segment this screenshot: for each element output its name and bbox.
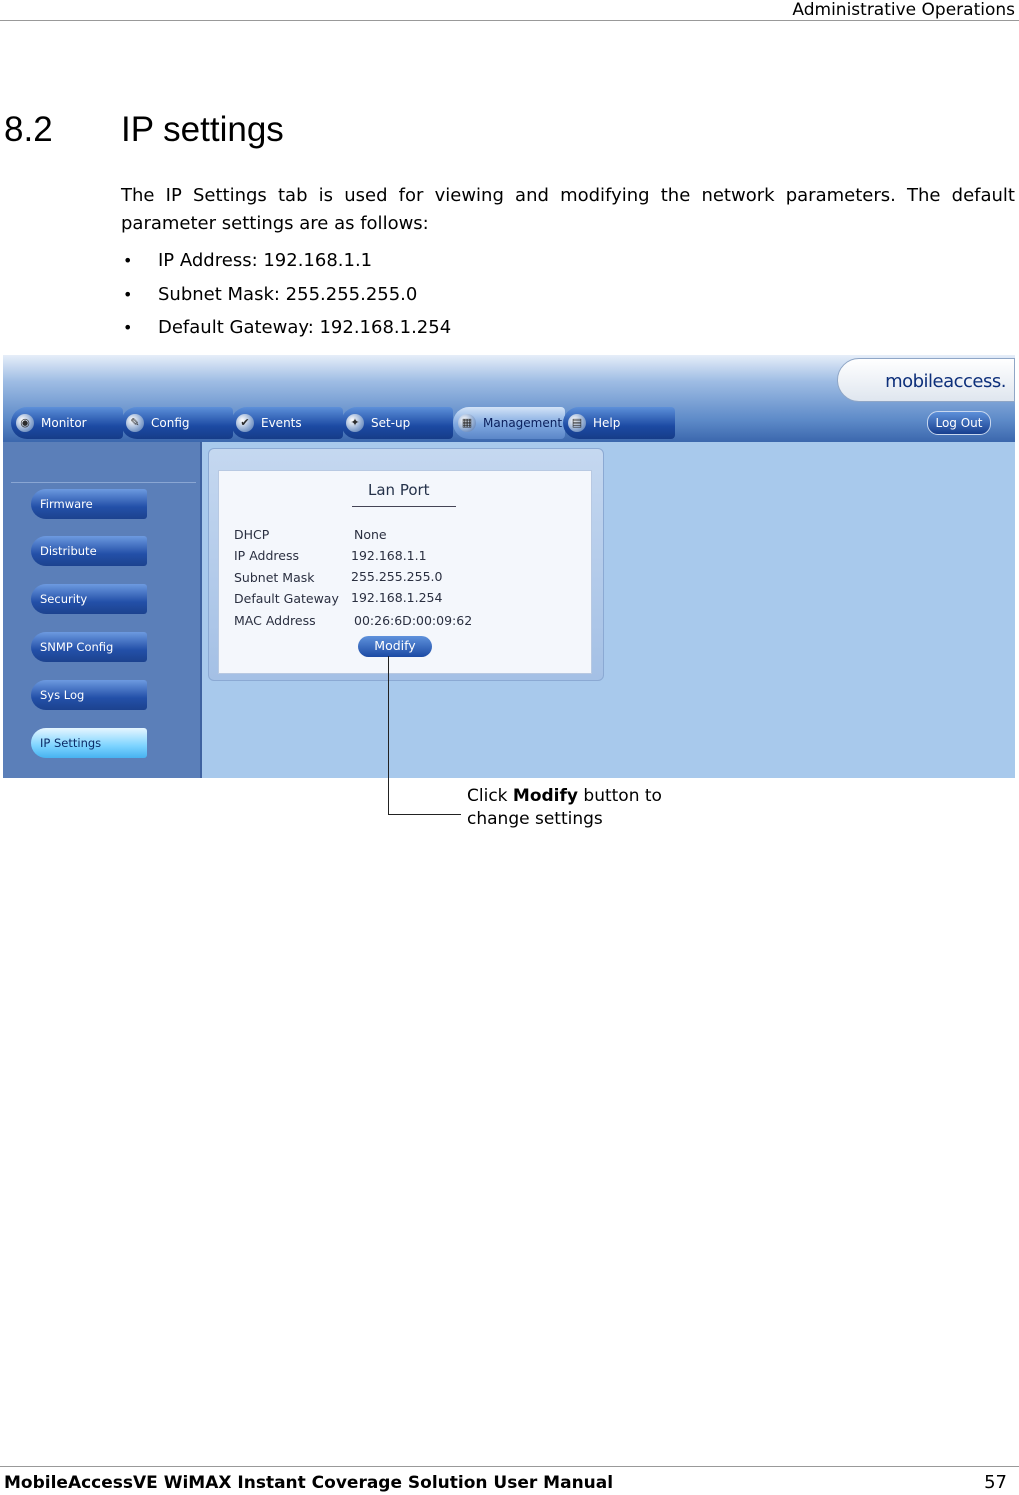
tab-events[interactable]: ✔ Events bbox=[231, 407, 343, 439]
sidebar-divider bbox=[11, 482, 196, 483]
callout-line-horizontal bbox=[388, 814, 461, 815]
dhcp-label: DHCP bbox=[234, 527, 270, 542]
ip-address-value: 192.168.1.1 bbox=[351, 548, 427, 563]
book-icon: ▤ bbox=[568, 414, 586, 432]
mac-address-label: MAC Address bbox=[234, 613, 316, 628]
intro-paragraph: The IP Settings tab is used for viewing … bbox=[121, 182, 1015, 238]
tab-help[interactable]: ▤ Help bbox=[563, 407, 675, 439]
events-icon: ✔ bbox=[236, 414, 254, 432]
wand-icon: ✦ bbox=[346, 414, 364, 432]
top-navigation-bar: mobileaccess. ◉ Monitor ✎ Config ✔ Events ✦… bbox=[3, 355, 1015, 442]
mobileaccess-logo: mobileaccess. bbox=[837, 358, 1015, 402]
sidebar-item-snmp-config[interactable]: SNMP Config bbox=[31, 632, 147, 662]
wrench-icon: ✎ bbox=[126, 414, 144, 432]
footer-rule bbox=[0, 1466, 1019, 1467]
list-item: Default Gateway: 192.168.1.254 bbox=[121, 315, 451, 349]
sidebar-item-sys-log[interactable]: Sys Log bbox=[31, 680, 147, 710]
intro-line-1: The IP Settings tab is used for viewing … bbox=[121, 185, 1015, 206]
tab-management[interactable]: ▦ Management bbox=[453, 407, 565, 439]
tab-set-up[interactable]: ✦ Set-up bbox=[341, 407, 453, 439]
mac-address-value: 00:26:6D:00:09:62 bbox=[354, 613, 473, 628]
sidebar-item-ip-settings[interactable]: IP Settings bbox=[31, 728, 147, 758]
modify-button[interactable]: Modify bbox=[358, 636, 432, 657]
sidebar-item-security[interactable]: Security bbox=[31, 584, 147, 614]
tab-monitor[interactable]: ◉ Monitor bbox=[11, 407, 123, 439]
dhcp-value: None bbox=[354, 527, 387, 542]
section-number: 8.2 bbox=[4, 110, 53, 149]
default-gateway-label: Default Gateway bbox=[234, 591, 339, 606]
running-header: Administrative Operations bbox=[792, 0, 1015, 20]
header-rule bbox=[0, 20, 1019, 21]
logo-text: mobileaccess. bbox=[885, 371, 1006, 392]
default-gateway-value: 192.168.1.254 bbox=[351, 590, 443, 605]
intro-line-2: parameter settings are as follows: bbox=[121, 213, 429, 234]
tab-config[interactable]: ✎ Config bbox=[121, 407, 233, 439]
list-item: IP Address: 192.168.1.1 bbox=[121, 248, 451, 282]
sidebar-item-distribute[interactable]: Distribute bbox=[31, 536, 147, 566]
section-title: IP settings bbox=[121, 110, 284, 149]
management-icon: ▦ bbox=[458, 414, 476, 432]
management-sidebar: Firmware Distribute Security SNMP Config… bbox=[3, 442, 202, 778]
ip-address-label: IP Address bbox=[234, 548, 299, 563]
logout-button[interactable]: Log Out bbox=[927, 411, 991, 435]
subnet-mask-label: Subnet Mask bbox=[234, 570, 315, 585]
callout-line-vertical bbox=[388, 656, 389, 814]
list-item: Subnet Mask: 255.255.255.0 bbox=[121, 282, 451, 316]
monitor-icon: ◉ bbox=[16, 414, 34, 432]
lan-port-title: Lan Port bbox=[368, 481, 430, 499]
subnet-mask-value: 255.255.255.0 bbox=[351, 569, 443, 584]
web-gui-screenshot: mobileaccess. ◉ Monitor ✎ Config ✔ Events ✦… bbox=[3, 355, 1015, 778]
footer-title: MobileAccessVE WiMAX Instant Coverage So… bbox=[4, 1473, 614, 1493]
callout-text: Click Modify button to change settings bbox=[467, 786, 662, 829]
title-underline bbox=[352, 506, 456, 507]
default-settings-list: IP Address: 192.168.1.1 Subnet Mask: 255… bbox=[121, 248, 451, 349]
sidebar-item-firmware[interactable]: Firmware bbox=[31, 489, 147, 519]
page-number: 57 bbox=[984, 1472, 1007, 1493]
